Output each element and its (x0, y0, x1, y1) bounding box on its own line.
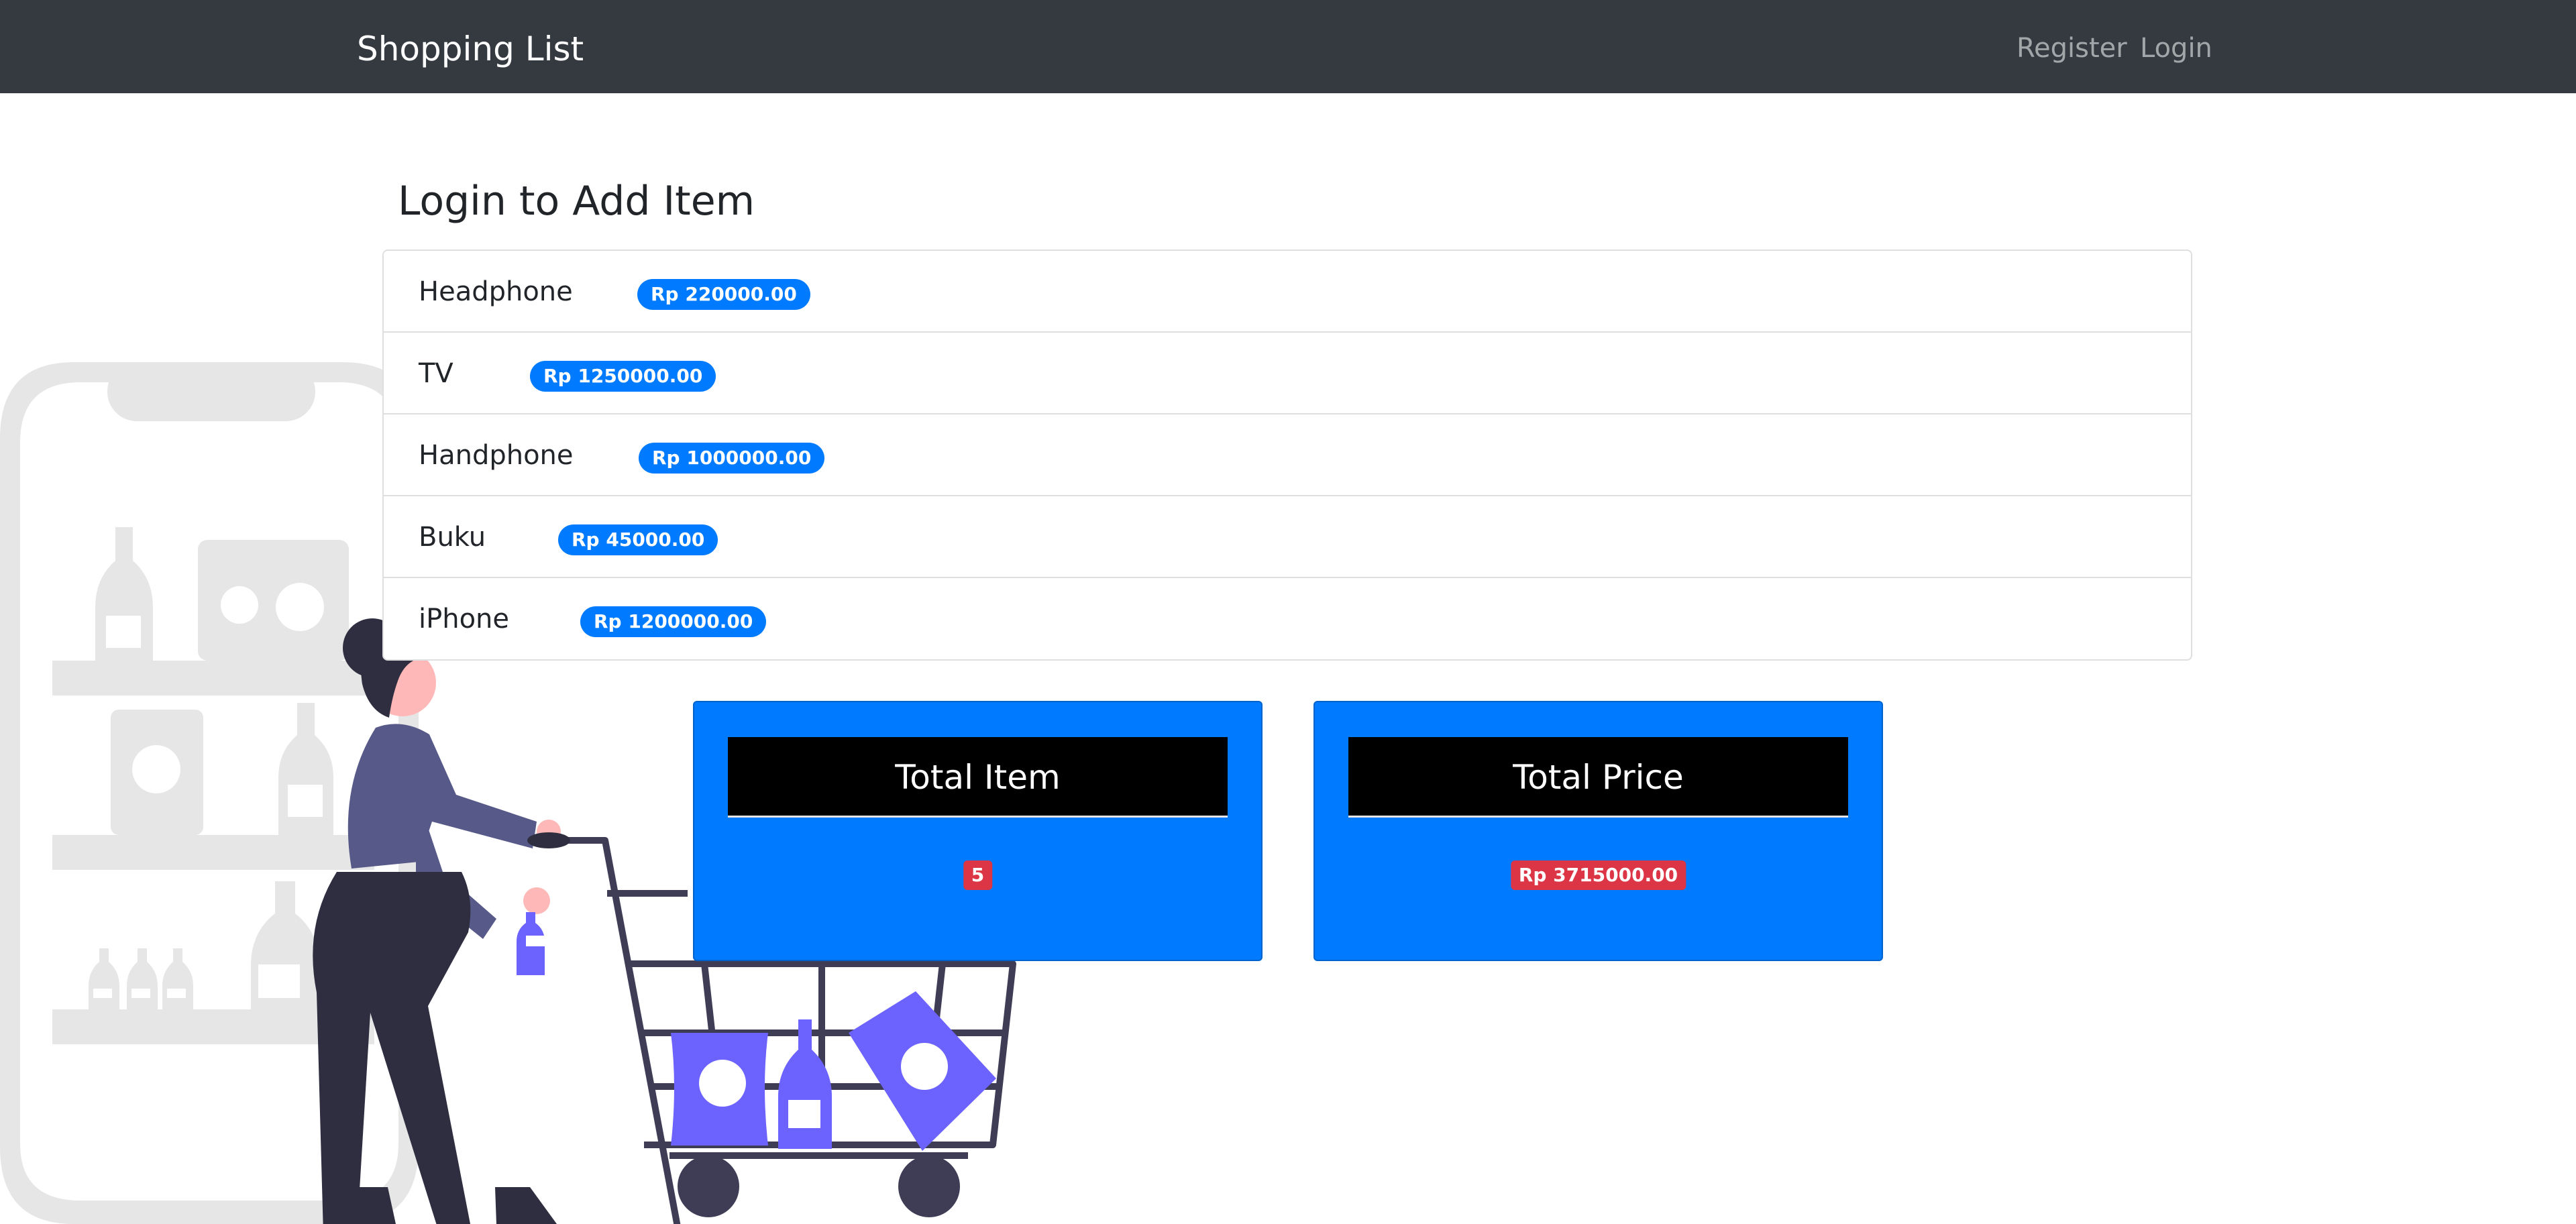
total-item-badge: 5 (963, 860, 993, 890)
list-item: TV Rp 1250000.00 (384, 333, 2191, 414)
total-price-title: Total Price (1348, 737, 1848, 818)
page-title: Login to Add Item (398, 178, 755, 225)
list-item: iPhone Rp 1200000.00 (384, 578, 2191, 660)
item-list: Headphone Rp 220000.00 TV Rp 1250000.00 … (382, 249, 2192, 661)
list-item: Handphone Rp 1000000.00 (384, 414, 2191, 496)
total-price-card: Total Price Rp 3715000.00 (1313, 701, 1883, 961)
item-name: Buku (419, 522, 486, 553)
register-link[interactable]: Register (2017, 28, 2127, 68)
total-item-card: Total Item 5 (693, 701, 1263, 961)
price-badge: Rp 1200000.00 (580, 606, 767, 637)
total-price-badge: Rp 3715000.00 (1510, 860, 1686, 890)
price-badge: Rp 220000.00 (637, 279, 810, 310)
navbar-brand[interactable]: Shopping List (357, 25, 584, 72)
woman-figure (313, 618, 561, 1224)
total-item-title: Total Item (728, 737, 1228, 818)
login-link[interactable]: Login (2140, 28, 2212, 68)
navbar: Shopping List Register Login (0, 0, 2576, 93)
item-name: TV (419, 358, 453, 389)
item-name: Handphone (419, 440, 574, 471)
price-badge: Rp 1000000.00 (639, 443, 825, 474)
item-name: Headphone (419, 276, 573, 307)
price-badge: Rp 1250000.00 (530, 361, 716, 392)
list-item: Headphone Rp 220000.00 (384, 251, 2191, 333)
list-item: Buku Rp 45000.00 (384, 496, 2191, 578)
item-name: iPhone (419, 604, 510, 634)
price-badge: Rp 45000.00 (558, 524, 718, 555)
